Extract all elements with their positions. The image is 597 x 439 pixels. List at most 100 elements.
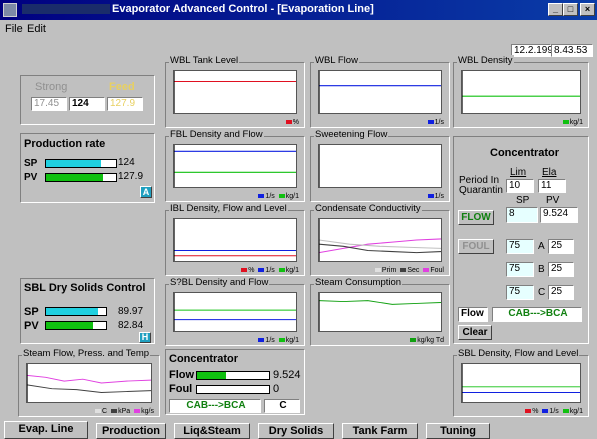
production-sp-label: SP xyxy=(24,158,38,169)
app-icon[interactable] xyxy=(3,3,17,17)
lim-value[interactable]: 10 xyxy=(506,179,534,193)
tab-bar: Evap. Line Production Liq&Steam Dry Soli… xyxy=(0,420,597,439)
tab-liq-steam[interactable]: Liq&Steam xyxy=(174,423,250,439)
chart-wbl-density: kg/1 WBL Density xyxy=(453,55,589,128)
chart-condensate-conductivity: Prim Sec Foul Condensate Conductivity xyxy=(310,203,450,276)
series-kgs xyxy=(27,374,151,384)
legend-label: kg/1 xyxy=(285,267,299,274)
minimize-button[interactable]: _ xyxy=(548,3,563,16)
legend-label: kg/1 xyxy=(285,337,299,344)
close-button[interactable]: × xyxy=(580,3,595,16)
legend-swatch xyxy=(278,268,285,273)
chart-legend: CkPa kg/s xyxy=(91,408,154,415)
legend-swatch xyxy=(241,268,248,273)
direction-field: CAB--->BCA xyxy=(492,307,582,322)
legend-swatch xyxy=(562,120,569,125)
chart-plot xyxy=(318,218,442,262)
strong-value-1: 17.45 xyxy=(31,97,67,111)
chart-title: IBL Density, Flow and Level xyxy=(169,203,288,214)
chart-legend: % 1/s kg/1 xyxy=(521,408,583,415)
flow-sp-field[interactable]: 8 xyxy=(506,207,538,223)
sbl-sp-value: 89.97 xyxy=(118,306,144,317)
flow-mode-button[interactable]: FLOW xyxy=(458,210,494,225)
legend-swatch xyxy=(258,194,265,199)
concentrator-flow-value: 9.524 xyxy=(273,369,301,381)
production-pv-value: 127.9 xyxy=(118,171,144,182)
series-steam-consumption xyxy=(319,300,441,305)
chart-legend: 1/s kg/1 xyxy=(254,337,299,344)
maximize-button[interactable]: □ xyxy=(563,3,578,16)
row-b-letter: B xyxy=(538,264,545,275)
legend-swatch xyxy=(427,194,434,199)
flow-pv-field: 9.524 xyxy=(540,207,578,223)
production-auto-button[interactable]: A xyxy=(140,186,152,198)
legend-swatch xyxy=(525,409,532,414)
title-bar: Evaporator Advanced Control - [Evaporati… xyxy=(0,0,597,20)
chart-title: SBL Density, Flow and Level xyxy=(457,348,580,359)
chart-legend: kg/1 xyxy=(559,119,583,126)
window-title: Evaporator Advanced Control - [Evaporati… xyxy=(22,3,374,15)
ela-label: Ela xyxy=(542,167,557,178)
legend-label: kg/1 xyxy=(569,119,583,126)
legend-label: kg/1 xyxy=(285,193,299,200)
tab-production[interactable]: Production xyxy=(96,423,166,439)
row-a-sp[interactable]: 75 xyxy=(506,239,534,254)
foul-mode-button[interactable]: FOUL xyxy=(458,239,494,254)
menu-file[interactable]: File xyxy=(5,23,23,35)
window-title-text: Evaporator Advanced Control - [Evaporati… xyxy=(112,3,374,15)
concentrator-bottom-panel: Concentrator Flow Foul 9.524 0 CAB--->BC… xyxy=(165,349,305,415)
sbl-hand-button[interactable]: H xyxy=(139,332,151,343)
tab-tuning[interactable]: Tuning xyxy=(426,423,490,439)
chart-title: Steam Consumption xyxy=(314,277,403,288)
chart-sweetening-flow: 1/s Sweetening Flow xyxy=(310,129,450,202)
chart-lines xyxy=(319,293,441,331)
chart-plot xyxy=(461,363,581,403)
chart-legend: % 1/s kg/1 xyxy=(237,267,299,274)
chart-lines xyxy=(319,219,441,261)
tab-tank-farm[interactable]: Tank Farm xyxy=(342,423,418,439)
concentrator-foul-bar xyxy=(196,385,270,394)
legend-swatch xyxy=(111,409,118,414)
concentrator-flow-bar-fill xyxy=(197,372,226,379)
tab-evap-line[interactable]: Evap. Line xyxy=(4,421,88,439)
chart-steam-flow-press-temp: CkPa kg/s Steam Flow, Press. and Temp xyxy=(18,348,160,417)
chart-plot xyxy=(173,144,297,188)
production-rate-title: Production rate xyxy=(24,138,106,150)
legend-label: 1/s xyxy=(265,337,275,344)
feed-value: 127.9 xyxy=(107,97,143,111)
menu-edit[interactable]: Edit xyxy=(27,23,46,35)
chart-legend: Prim Sec Foul xyxy=(371,267,444,274)
chart-plot xyxy=(173,70,297,114)
feed-label: Feed xyxy=(109,81,135,93)
time-display: 8.43.53 xyxy=(551,44,593,57)
legend-swatch xyxy=(410,338,417,343)
legend-swatch xyxy=(285,120,292,125)
concentrator-bottom-title: Concentrator xyxy=(169,353,239,365)
chart-plot xyxy=(318,144,442,188)
tab-dry-solids[interactable]: Dry Solids xyxy=(258,423,334,439)
legend-label: kPa xyxy=(118,408,131,415)
sbl-sp-label: SP xyxy=(24,306,39,318)
chart-lines xyxy=(462,71,580,113)
legend-swatch xyxy=(427,120,434,125)
chart-lines xyxy=(174,145,296,187)
clear-button[interactable]: Clear xyxy=(458,325,492,340)
sbl-dry-solids-panel: SBL Dry Solids Control SP PV 89.97 82.84… xyxy=(20,278,155,344)
concentrator-foul-label: Foul xyxy=(169,383,193,395)
sbl-pv-value: 82.84 xyxy=(118,320,144,331)
strong-value-2: 124 xyxy=(69,97,105,111)
series-sec xyxy=(319,243,441,254)
concentrator-flow-bar xyxy=(196,371,270,380)
row-c-sp[interactable]: 75 xyxy=(506,285,534,300)
legend-label: % xyxy=(532,408,539,415)
ela-value: 11 xyxy=(538,179,566,193)
flow-label-box: Flow xyxy=(458,307,488,322)
sbl-pv-bar-fill xyxy=(46,322,93,329)
sbl-sp-bar xyxy=(45,307,107,316)
legend-label: kg/kg Td xyxy=(417,337,444,344)
concentrator-foul-value: 0 xyxy=(273,383,280,395)
legend-label: 1/s xyxy=(434,193,444,200)
row-b-sp[interactable]: 75 xyxy=(506,262,534,277)
legend-label: Foul xyxy=(430,267,444,274)
chart-lines xyxy=(27,364,151,402)
